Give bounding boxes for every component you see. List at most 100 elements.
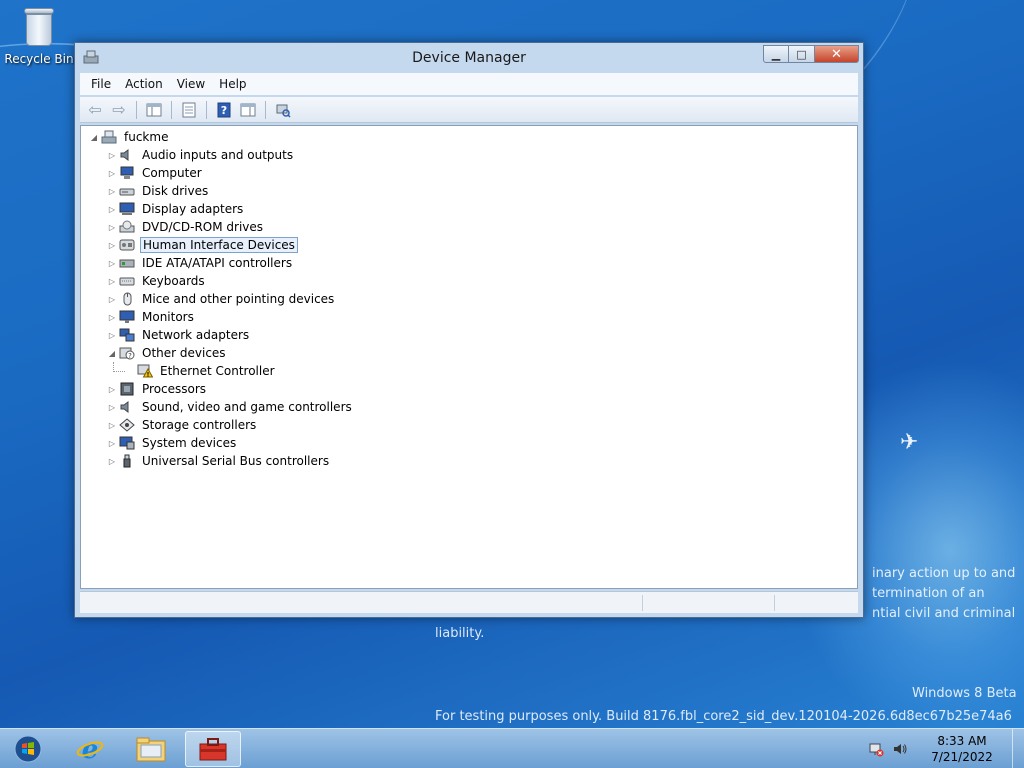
help-button[interactable]: ? [213, 100, 235, 120]
action-pane-button[interactable] [237, 100, 259, 120]
tree-item-label: Universal Serial Bus controllers [142, 454, 330, 468]
display-adapter-icon [119, 202, 135, 216]
tree-category[interactable]: ▷ Audio inputs and outputs [87, 146, 354, 164]
scan-hardware-button[interactable] [272, 100, 294, 120]
recycle-bin-icon [22, 6, 56, 48]
tree-item-label: Monitors [142, 310, 194, 324]
expand-arrow-icon[interactable]: ▷ [105, 295, 119, 304]
tree-root[interactable]: ◢ fuckme [87, 128, 354, 146]
tree-item-label: Human Interface Devices [140, 237, 298, 253]
volume-icon[interactable] [890, 739, 910, 759]
device-tree-pane[interactable]: ◢ fuckme ▷ Audio inputs and outputs ▷ Compu… [80, 125, 858, 589]
storage-controller-icon [119, 418, 135, 432]
speaker-icon [119, 400, 135, 414]
tree-category[interactable]: ▷ Monitors [87, 308, 354, 326]
warning-device-icon: ! [137, 364, 153, 378]
menu-bar: File Action View Help [80, 73, 858, 95]
collapse-arrow-icon[interactable]: ◢ [87, 133, 101, 142]
tree-category[interactable]: ▷ IDE ATA/ATAPI controllers [87, 254, 354, 272]
window-title: Device Manager [412, 50, 526, 66]
tree-category[interactable]: ▷ Storage controllers [87, 416, 354, 434]
collapse-arrow-icon[interactable]: ◢ [105, 349, 119, 358]
expand-arrow-icon[interactable]: ▷ [105, 187, 119, 196]
menu-file[interactable]: File [84, 77, 118, 91]
clock-date: 7/21/2022 [931, 750, 993, 764]
expand-arrow-icon[interactable]: ▷ [105, 457, 119, 466]
tree-child-item[interactable]: ! Ethernet Controller [87, 362, 354, 380]
expand-arrow-icon[interactable]: ▷ [105, 421, 119, 430]
ide-controller-icon [119, 256, 135, 270]
tree-category[interactable]: ▷ System devices [87, 434, 354, 452]
internet-explorer-taskbar-button[interactable]: e [62, 731, 118, 767]
minimize-button[interactable]: ▁ [763, 45, 789, 63]
menu-help[interactable]: Help [212, 77, 253, 91]
start-button[interactable] [4, 731, 52, 767]
speaker-icon [119, 148, 135, 162]
forward-arrow-icon: ⇨ [112, 100, 126, 119]
expand-arrow-icon[interactable]: ▷ [105, 403, 119, 412]
tree-category[interactable]: ▷ Display adapters [87, 200, 354, 218]
tree-category[interactable]: ▷ Sound, video and game controllers [87, 398, 354, 416]
mouse-icon [119, 292, 135, 306]
tree-item-label: Storage controllers [142, 418, 257, 432]
tree-category[interactable]: ▷ Universal Serial Bus controllers [87, 452, 354, 470]
forward-button[interactable]: ⇨ [108, 100, 130, 120]
watermark-text: liability. [435, 626, 485, 641]
processor-icon [119, 382, 135, 396]
watermark-text: termination of an [872, 586, 985, 601]
expand-arrow-icon[interactable]: ▷ [105, 313, 119, 322]
close-button[interactable]: ✕ [815, 45, 859, 63]
show-desktop-button[interactable] [1012, 729, 1024, 768]
expand-arrow-icon[interactable]: ▷ [105, 331, 119, 340]
back-arrow-icon: ⇦ [88, 100, 102, 119]
recycle-bin[interactable]: Recycle Bin [4, 6, 74, 66]
tree-category[interactable]: ▷ Human Interface Devices [87, 236, 354, 254]
toolbar: ⇦ ⇨ ? [80, 97, 858, 123]
properties-icon [182, 102, 196, 117]
expand-arrow-icon[interactable]: ▷ [105, 439, 119, 448]
show-hide-console-tree-button[interactable] [143, 100, 165, 120]
expand-arrow-icon[interactable]: ▷ [105, 241, 119, 250]
svg-text:e: e [82, 735, 99, 764]
os-name-watermark: Windows 8 Beta [912, 686, 1017, 701]
menu-view[interactable]: View [170, 77, 212, 91]
menu-action[interactable]: Action [118, 77, 170, 91]
tree-category[interactable]: ▷ Mice and other pointing devices [87, 290, 354, 308]
expand-arrow-icon[interactable]: ▷ [105, 151, 119, 160]
tree-item-label: Mice and other pointing devices [142, 292, 335, 306]
expand-arrow-icon[interactable]: ▷ [105, 259, 119, 268]
expand-arrow-icon[interactable]: ▷ [105, 205, 119, 214]
tree-category[interactable]: ▷ Computer [87, 164, 354, 182]
action-pane-icon [240, 103, 256, 116]
expand-arrow-icon[interactable]: ▷ [105, 223, 119, 232]
tree-category[interactable]: ▷ Processors [87, 380, 354, 398]
monitor-icon [119, 310, 135, 324]
expand-arrow-icon[interactable]: ▷ [105, 385, 119, 394]
maximize-button[interactable]: □ [789, 45, 815, 63]
clock[interactable]: 8:33 AM 7/21/2022 [912, 733, 1012, 765]
expand-arrow-icon[interactable]: ▷ [105, 169, 119, 178]
tree-item-label: Processors [142, 382, 207, 396]
tree-root-label: fuckme [124, 130, 169, 144]
tree-category[interactable]: ▷ Keyboards [87, 272, 354, 290]
clock-time: 8:33 AM [937, 734, 987, 748]
title-bar[interactable]: Device Manager ▁ □ ✕ [75, 43, 863, 73]
tree-category[interactable]: ▷ Network adapters [87, 326, 354, 344]
tree-item-label: Network adapters [142, 328, 250, 342]
device-tree: ◢ fuckme ▷ Audio inputs and outputs ▷ Compu… [87, 128, 354, 470]
device-manager-window[interactable]: Device Manager ▁ □ ✕ File Action View He… [74, 42, 864, 618]
computer-root-icon [101, 130, 117, 144]
tree-category[interactable]: ◢? Other devices [87, 344, 354, 362]
unknown-device-icon: ? [119, 346, 135, 360]
network-status-icon[interactable] [866, 739, 886, 759]
computer-icon [119, 166, 135, 180]
back-button[interactable]: ⇦ [84, 100, 106, 120]
file-explorer-taskbar-button[interactable] [123, 731, 179, 767]
tree-item-label: System devices [142, 436, 237, 450]
tree-category[interactable]: ▷ Disk drives [87, 182, 354, 200]
tree-item-label: Display adapters [142, 202, 244, 216]
properties-button[interactable] [178, 100, 200, 120]
device-manager-taskbar-button[interactable] [185, 731, 241, 767]
tree-category[interactable]: ▷ DVD/CD-ROM drives [87, 218, 354, 236]
expand-arrow-icon[interactable]: ▷ [105, 277, 119, 286]
